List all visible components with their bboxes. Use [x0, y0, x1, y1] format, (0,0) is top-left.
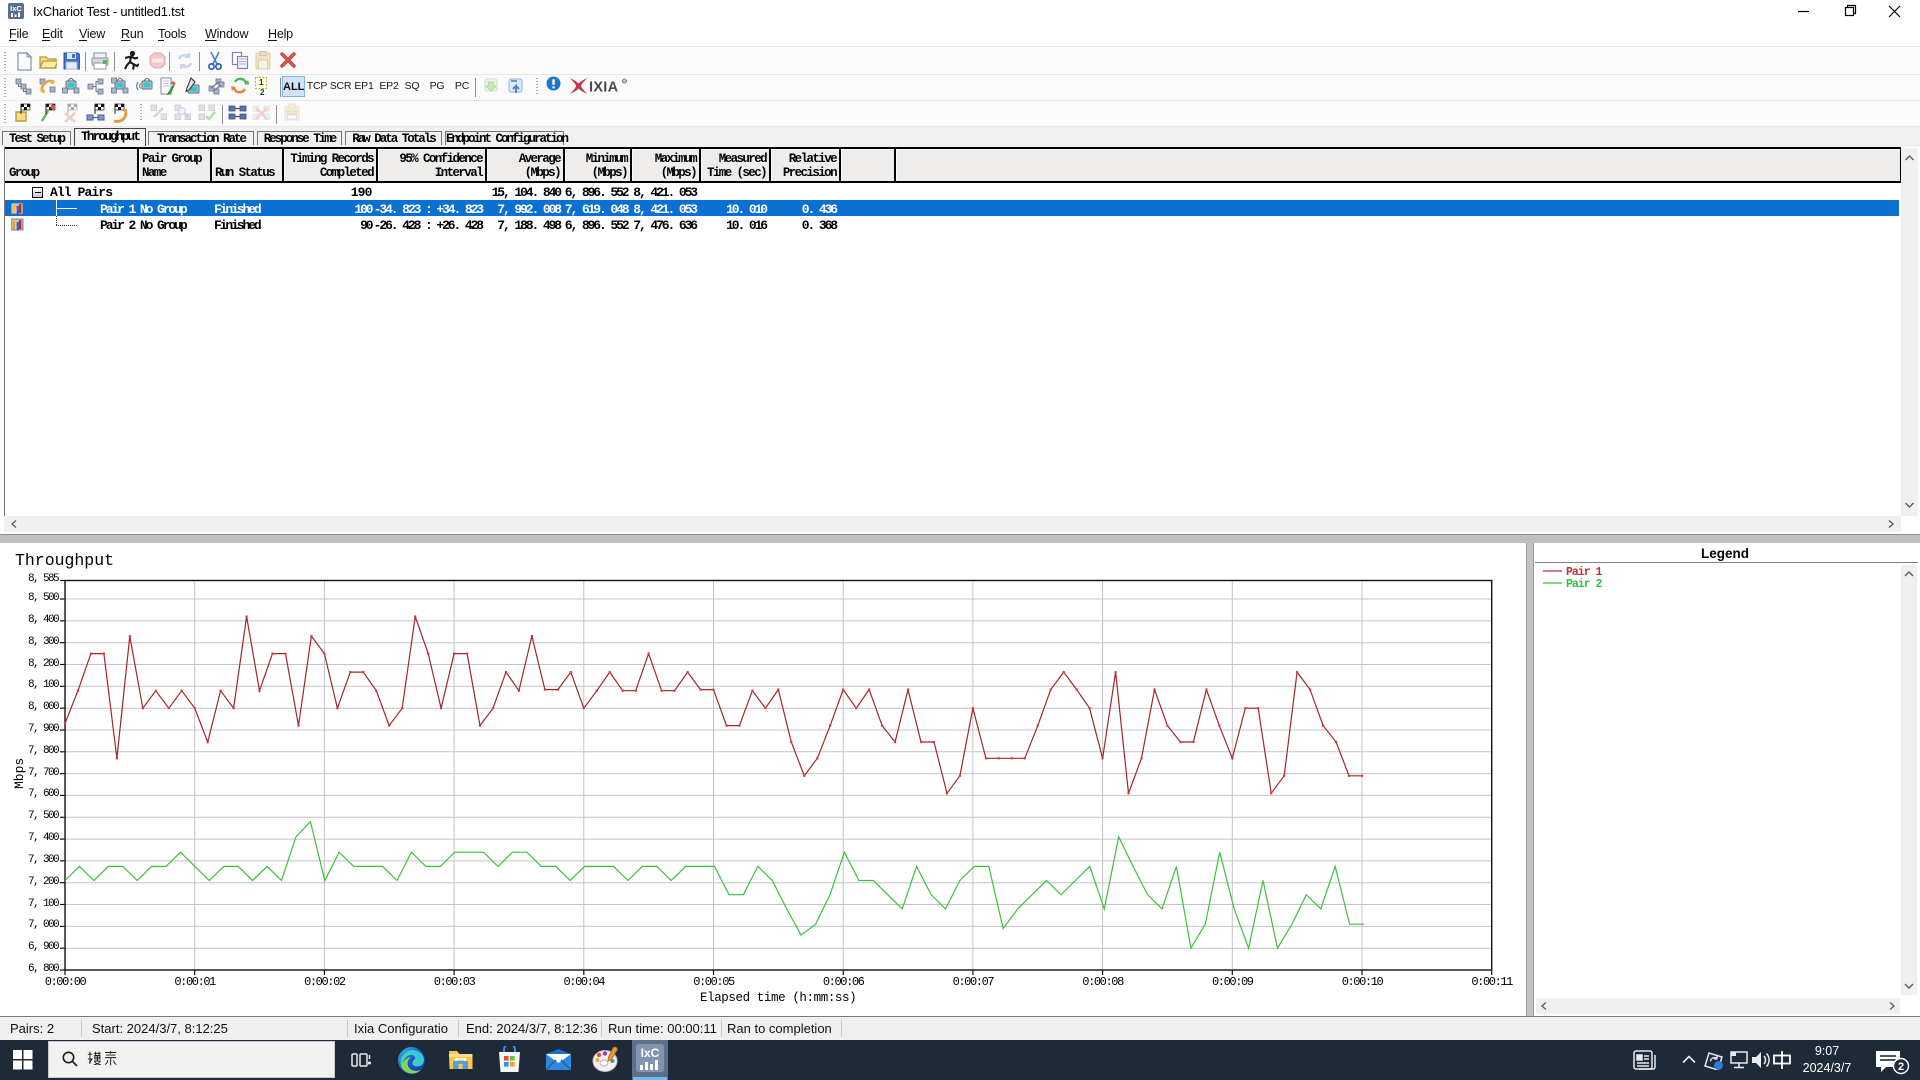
svg-text:2: 2 [260, 88, 265, 96]
svg-text:R: R [623, 80, 626, 84]
svg-text:IXIA: IXIA [589, 80, 619, 96]
svg-text:2: 2 [1898, 1061, 1904, 1073]
svg-text:1: 1 [259, 78, 264, 87]
svg-text:IxC: IxC [10, 4, 22, 13]
